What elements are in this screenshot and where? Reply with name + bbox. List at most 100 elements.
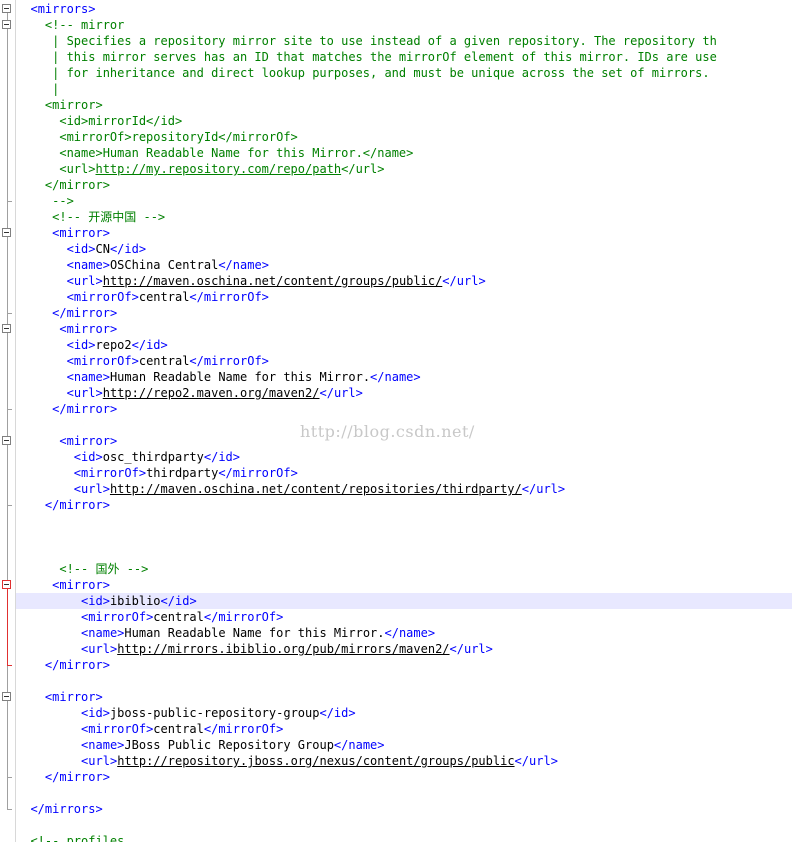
code-line[interactable]: <mirror> — [16, 577, 792, 593]
code-line[interactable]: <id>mirrorId</id> — [16, 113, 792, 129]
code-token: > — [102, 226, 110, 240]
code-token: > — [160, 338, 168, 352]
code-line[interactable] — [16, 529, 792, 545]
code-editor[interactable]: <mirrors> <!-- mirror | Specifies a repo… — [16, 0, 792, 842]
fold-toggle-icon[interactable] — [2, 580, 11, 589]
code-line[interactable]: <url>http://maven.oschina.net/content/gr… — [16, 273, 792, 289]
code-line[interactable]: --> — [16, 193, 792, 209]
code-line[interactable]: <name>JBoss Public Repository Group</nam… — [16, 737, 792, 753]
code-line[interactable]: <id>jboss-public-repository-group</id> — [16, 705, 792, 721]
code-line[interactable]: <!-- 国外 --> — [16, 561, 792, 577]
code-token: mirror — [52, 690, 96, 704]
watermark: http://blog.csdn.net/ — [300, 422, 475, 441]
code-line[interactable]: | Specifies a repository mirror site to … — [16, 33, 792, 49]
code-line[interactable]: <name>Human Readable Name for this Mirro… — [16, 625, 792, 641]
code-line[interactable]: <url>http://maven.oschina.net/content/re… — [16, 481, 792, 497]
code-line[interactable]: <url>http://repository.jboss.org/nexus/c… — [16, 753, 792, 769]
code-line[interactable]: <mirrorOf>central</mirrorOf> — [16, 721, 792, 737]
code-token: mirrorOf — [218, 610, 277, 624]
fold-toggle-icon[interactable] — [2, 20, 11, 29]
code-link[interactable]: http://repository.jboss.org/nexus/conten… — [117, 754, 514, 768]
fold-end-marker — [7, 777, 12, 778]
code-link[interactable]: http://maven.oschina.net/content/groups/… — [103, 274, 443, 288]
code-line[interactable]: <mirror> — [16, 321, 792, 337]
code-line[interactable]: <mirrors> — [16, 1, 792, 17]
code-line[interactable]: <name>Human Readable Name for this Mirro… — [16, 369, 792, 385]
code-token: </ — [370, 370, 385, 384]
code-token: name — [398, 626, 428, 640]
code-link[interactable]: http://repo2.maven.org/maven2/ — [103, 386, 320, 400]
code-line[interactable] — [16, 785, 792, 801]
code-line[interactable] — [16, 545, 792, 561]
code-line[interactable]: <mirrorOf>central</mirrorOf> — [16, 609, 792, 625]
fold-toggle-icon[interactable] — [2, 228, 11, 237]
code-token: > — [95, 802, 103, 816]
code-line[interactable]: <id>ibiblio</id> — [16, 593, 792, 609]
code-line[interactable]: <name>OSChina Central</name> — [16, 257, 792, 273]
code-line[interactable]: <!-- mirror — [16, 17, 792, 33]
code-line[interactable] — [16, 513, 792, 529]
code-line[interactable]: <mirrorOf>central</mirrorOf> — [16, 353, 792, 369]
code-token: > — [478, 274, 486, 288]
code-line[interactable]: </mirror> — [16, 305, 792, 321]
fold-toggle-icon[interactable] — [2, 4, 11, 13]
code-line[interactable]: <mirror> — [16, 97, 792, 113]
code-line[interactable]: </mirror> — [16, 769, 792, 785]
code-token: <!-- 开源中国 --> — [52, 210, 166, 224]
code-line[interactable]: <mirrorOf>thirdparty</mirrorOf> — [16, 465, 792, 481]
code-token: </ — [203, 722, 219, 736]
code-token: </ — [319, 706, 334, 720]
code-line[interactable]: <id>CN</id> — [16, 241, 792, 257]
code-line[interactable]: <!-- 开源中国 --> — [16, 209, 792, 225]
code-token: id — [333, 706, 349, 720]
code-line[interactable]: </mirror> — [16, 657, 792, 673]
code-line[interactable]: <url>http://repo2.maven.org/maven2/</url… — [16, 385, 792, 401]
code-line[interactable]: <mirror> — [16, 225, 792, 241]
fold-toggle-icon[interactable] — [2, 692, 11, 701]
code-token: </ — [52, 402, 67, 416]
fold-toggle-icon[interactable] — [2, 324, 11, 333]
code-line[interactable]: <mirrorOf>central</mirrorOf> — [16, 289, 792, 305]
code-token: < — [30, 2, 38, 16]
code-token: > — [95, 274, 103, 288]
code-line[interactable]: <name>Human Readable Name for this Mirro… — [16, 145, 792, 161]
code-token: > — [557, 482, 566, 496]
code-token: mirror — [66, 306, 110, 320]
code-token: mirror — [66, 402, 110, 416]
code-line[interactable]: | for inheritance and direct lookup purp… — [16, 65, 792, 81]
code-token: < — [59, 434, 67, 448]
code-line[interactable]: <url>http://my.repository.com/repo/path<… — [16, 161, 792, 177]
code-line[interactable]: </mirror> — [16, 497, 792, 513]
code-line[interactable]: <id>osc_thirdparty</id> — [16, 449, 792, 465]
code-token: > — [276, 610, 284, 624]
code-token: > — [485, 642, 493, 656]
code-line[interactable] — [16, 673, 792, 689]
code-line[interactable]: | — [16, 81, 792, 97]
code-link[interactable]: http://maven.oschina.net/content/reposit… — [110, 482, 522, 496]
code-token: < — [66, 354, 74, 368]
code-line[interactable]: <mirror> — [16, 689, 792, 705]
code-line[interactable] — [16, 817, 792, 833]
code-line[interactable]: <id>repo2</id> — [16, 337, 792, 353]
code-line[interactable]: <url>http://mirrors.ibiblio.org/pub/mirr… — [16, 641, 792, 657]
code-line[interactable]: <mirrorOf>repositoryId</mirrorOf> — [16, 129, 792, 145]
code-line[interactable]: </mirror> — [16, 401, 792, 417]
code-line[interactable]: </mirror> — [16, 177, 792, 193]
code-line[interactable]: | this mirror serves has an ID that matc… — [16, 49, 792, 65]
code-line[interactable]: <!-- profiles — [16, 833, 792, 842]
code-token: </ — [203, 610, 219, 624]
code-line[interactable]: </mirrors> — [16, 801, 792, 817]
code-link[interactable]: http://mirrors.ibiblio.org/pub/mirrors/m… — [117, 642, 449, 656]
code-token: </ — [514, 754, 529, 768]
code-token: > — [88, 2, 96, 16]
code-token: > — [109, 306, 118, 320]
fold-toggle-icon[interactable] — [2, 436, 11, 445]
